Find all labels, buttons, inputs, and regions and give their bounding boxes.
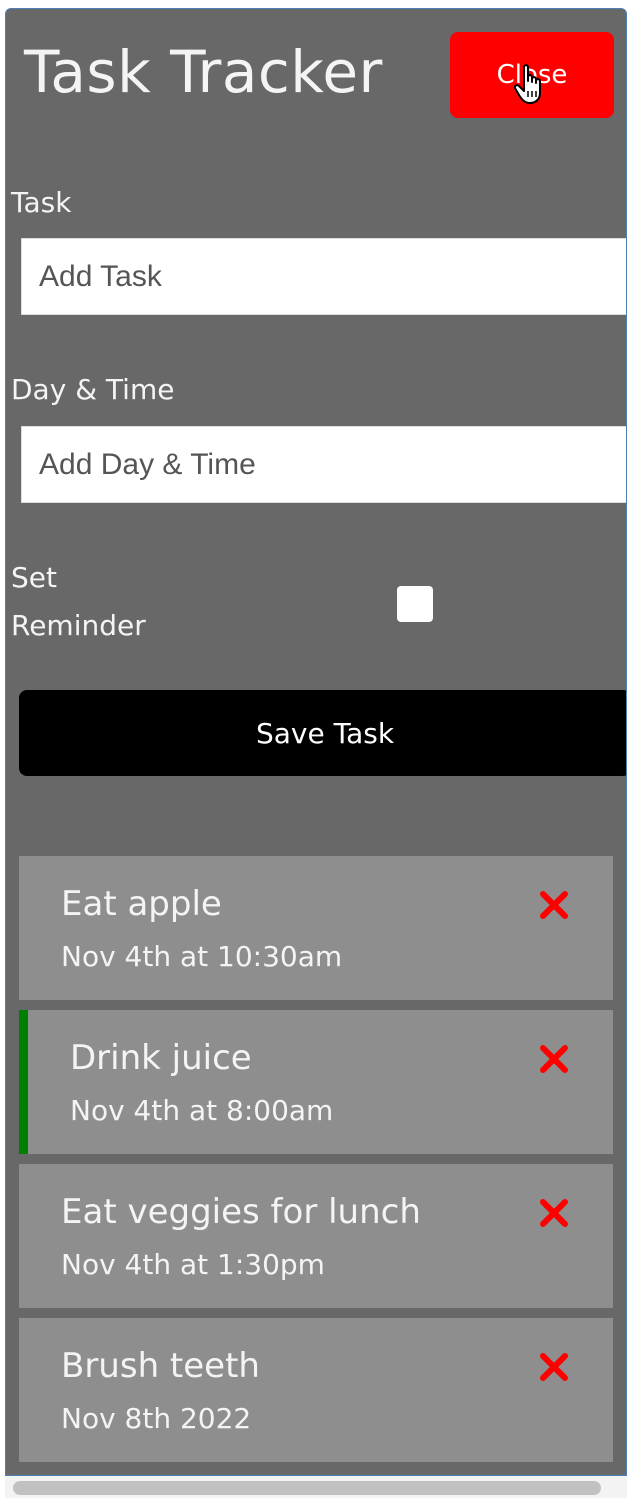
close-x-icon[interactable] [537,888,571,922]
close-x-icon[interactable] [537,1042,571,1076]
close-x-icon[interactable] [537,1350,571,1384]
task-day: Nov 4th at 10:30am [61,940,343,973]
page-title: Task Tracker [24,38,383,106]
hand-pointer-icon [514,64,541,104]
task-day: Nov 4th at 1:30pm [61,1248,325,1281]
day-time-label: Day & Time [11,373,175,406]
day-time-input[interactable] [21,426,626,503]
reminder-label-line2: Reminder [11,609,146,642]
task-label: Task [11,186,72,219]
task-item[interactable]: Drink juice Nov 4th at 8:00am [19,1010,613,1154]
task-input[interactable] [21,238,626,315]
task-day: Nov 8th 2022 [61,1402,252,1435]
task-item[interactable]: Brush teeth Nov 8th 2022 [19,1318,613,1462]
save-task-button[interactable]: Save Task [19,690,626,776]
task-text: Drink juice [70,1038,252,1078]
task-day: Nov 4th at 8:00am [70,1094,334,1127]
task-tracker-app: Task Tracker Close Task Day & Time Set R… [5,8,627,1476]
task-text: Brush teeth [61,1346,260,1386]
task-item[interactable]: Eat apple Nov 4th at 10:30am [19,856,613,1000]
reminder-checkbox[interactable] [397,586,433,622]
reminder-label-line1: Set [11,561,57,594]
scrollbar-thumb[interactable] [13,1481,601,1495]
task-text: Eat veggies for lunch [61,1192,421,1232]
task-item[interactable]: Eat veggies for lunch Nov 4th at 1:30pm [19,1164,613,1308]
close-x-icon[interactable] [537,1196,571,1230]
task-text: Eat apple [61,884,222,924]
